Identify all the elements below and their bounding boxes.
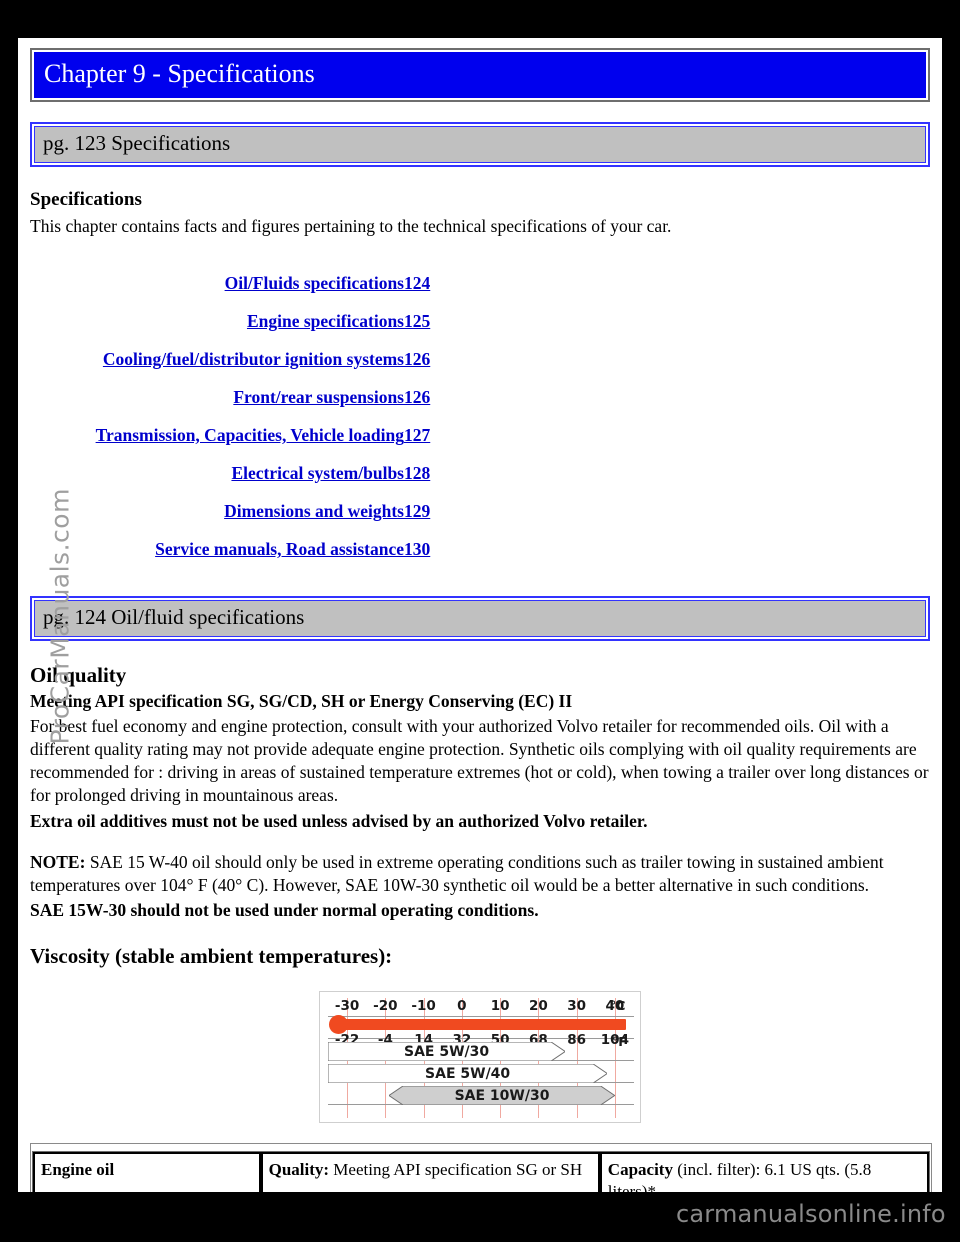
toc-page-cooling-fuel-distributor-ignition-systems[interactable]: 126 <box>404 349 430 369</box>
chapter-title-bar: Chapter 9 - Specifications <box>30 48 930 102</box>
oil-quality-paragraph: For best fuel economy and engine protect… <box>30 716 929 806</box>
oil-additives-warning: Extra oil additives must not be used unl… <box>30 810 648 831</box>
celsius-tick-label: -30 <box>334 998 360 1015</box>
chapter-title: Chapter 9 - Specifications <box>34 52 926 98</box>
toc-page-electrical-system-bulbs[interactable]: 128 <box>404 463 430 483</box>
specifications-table: Engine oil Quality: Meeting API specific… <box>32 1151 930 1192</box>
chart-rowline <box>328 1016 634 1018</box>
cell-quality: Quality: Meeting API specification SG or… <box>260 1152 600 1192</box>
cell-capacity: Capacity (incl. filter): 6.1 US qts. (5.… <box>599 1152 929 1192</box>
toc-row: Front/rear suspensions 126 <box>30 378 448 416</box>
spec-table-frame: Engine oil Quality: Meeting API specific… <box>30 1143 932 1192</box>
oil-note-bold: SAE 15W-30 should not be used under norm… <box>30 899 539 920</box>
watermark-site-name: carmanualsonline.info <box>676 1200 946 1228</box>
toc-label-cell: Cooling/fuel/distributor ignition system… <box>30 340 404 378</box>
toc-page-front-rear-suspensions[interactable]: 126 <box>404 387 430 407</box>
viscosity-heading: Viscosity (stable ambient temperatures): <box>30 943 393 968</box>
toc-page-cell: 126 <box>404 378 448 416</box>
toc-page-transmission-capacities-vehicle-loading[interactable]: 127 <box>404 425 430 445</box>
toc-page-cell: 125 <box>404 302 448 340</box>
toc-row: Service manuals, Road assistance 130 <box>30 530 448 568</box>
toc-row: Cooling/fuel/distributor ignition system… <box>30 340 448 378</box>
toc-label-cell: Electrical system/bulbs <box>30 454 404 492</box>
toc-page-engine-specifications[interactable]: 125 <box>404 311 430 331</box>
toc-page-cell: 129 <box>404 492 448 530</box>
celsius-tick-label: 20 <box>528 998 548 1015</box>
toc-page-cell: 124 <box>404 264 448 302</box>
toc-page-cell: 127 <box>404 416 448 454</box>
celsius-tick-label: 30 <box>567 998 587 1015</box>
sae-band-label: SAE 10W/30 <box>454 1087 550 1104</box>
viscosity-chart-plot: -30 -20 -10 0 10 20 30 40 °C -22 -4 14 32 50 68 86 104 °F… <box>328 998 634 1119</box>
celsius-tick-label: 0 <box>457 998 467 1015</box>
quality-value: Meeting API specification SG or SH <box>329 1160 583 1180</box>
toc-page-cell: 128 <box>404 454 448 492</box>
sae-grade-band: SAE 10W/30 <box>389 1086 615 1106</box>
toc-link-service-manuals-road-assistance[interactable]: Service manuals, Road assistance <box>155 539 404 559</box>
celsius-tick-label: -20 <box>373 998 398 1015</box>
toc-row: Transmission, Capacities, Vehicle loadin… <box>30 416 448 454</box>
toc-link-dimensions-and-weights[interactable]: Dimensions and weights <box>224 501 404 521</box>
celsius-tick-label: -10 <box>411 998 436 1015</box>
sae-band-label: SAE 5W/30 <box>404 1043 490 1060</box>
specifications-intro: This chapter contains facts and figures … <box>30 215 672 236</box>
page-content: Chapter 9 - Specifications pg. 123 Speci… <box>18 38 942 1192</box>
toc-label-cell: Front/rear suspensions <box>30 378 404 416</box>
table-row: Engine oil Quality: Meeting API specific… <box>33 1152 929 1192</box>
toc-link-front-rear-suspensions[interactable]: Front/rear suspensions <box>233 387 404 407</box>
viscosity-figure-wrapper: -30 -20 -10 0 10 20 30 40 °C -22 -4 14 32 50 68 86 104 °F… <box>30 991 930 1124</box>
toc-link-engine-specifications[interactable]: Engine specifications <box>247 311 404 331</box>
table-of-contents: Oil/Fluids specifications 124 Engine spe… <box>30 264 448 568</box>
toc-page-cell: 126 <box>404 340 448 378</box>
toc-page-service-manuals-road-assistance[interactable]: 130 <box>404 539 430 559</box>
page-section-label-123: pg. 123 Specifications <box>34 126 926 163</box>
toc-row: Engine specifications 125 <box>30 302 448 340</box>
celsius-scale: -30 -20 -10 0 10 20 30 40 °C <box>328 998 634 1014</box>
toc-row: Oil/Fluids specifications 124 <box>30 264 448 302</box>
toc-row: Dimensions and weights 129 <box>30 492 448 530</box>
quality-label: Quality: <box>268 1160 330 1180</box>
celsius-unit-label: °C <box>610 998 626 1014</box>
toc-label-cell: Dimensions and weights <box>30 492 404 530</box>
viscosity-chart: -30 -20 -10 0 10 20 30 40 °C -22 -4 14 32 50 68 86 104 °F… <box>319 991 641 1124</box>
cell-fluid-name: Engine oil <box>33 1152 261 1192</box>
thermometer-bar <box>335 1019 627 1031</box>
toc-label-cell: Engine specifications <box>30 302 404 340</box>
fahrenheit-unit-label: °F <box>612 1034 627 1050</box>
specifications-heading: Specifications <box>30 189 142 210</box>
toc-link-oil-fluids-specifications[interactable]: Oil/Fluids specifications <box>225 273 404 293</box>
sae-grade-band: SAE 5W/30 <box>328 1042 566 1062</box>
toc-page-oil-fluids-specifications[interactable]: 124 <box>404 273 430 293</box>
page-section-label-124: pg. 124 Oil/fluid specifications <box>34 599 926 637</box>
toc-page-cell: 130 <box>404 530 448 568</box>
oil-note-paragraph: NOTE: SAE 15 W-40 oil should only be use… <box>30 851 930 897</box>
page-section-bar-123: pg. 123 Specifications <box>30 122 930 167</box>
toc-link-cooling-fuel-distributor-ignition-systems[interactable]: Cooling/fuel/distributor ignition system… <box>103 349 404 369</box>
oil-quality-subheading: Meeting API specification SG, SG/CD, SH … <box>30 691 573 712</box>
celsius-tick-label: 10 <box>490 998 510 1015</box>
screenshot-root: ProCarManuals.com Chapter 9 - Specificat… <box>0 0 960 1242</box>
toc-link-transmission-capacities-vehicle-loading[interactable]: Transmission, Capacities, Vehicle loadin… <box>96 425 404 445</box>
toc-label-cell: Oil/Fluids specifications <box>30 264 404 302</box>
toc-link-electrical-system-bulbs[interactable]: Electrical system/bulbs <box>231 463 404 483</box>
toc-label-cell: Transmission, Capacities, Vehicle loadin… <box>30 416 404 454</box>
fahrenheit-tick-label: 86 <box>567 1032 587 1049</box>
page-section-bar-124: pg. 124 Oil/fluid specifications <box>30 595 930 641</box>
sae-band-label: SAE 5W/40 <box>425 1065 511 1082</box>
note-text: SAE 15 W-40 oil should only be used in e… <box>30 851 884 895</box>
toc-label-cell: Service manuals, Road assistance <box>30 530 404 568</box>
toc-page-dimensions-and-weights[interactable]: 129 <box>404 501 430 521</box>
oil-quality-heading: Oil quality <box>30 662 127 687</box>
toc-row: Electrical system/bulbs 128 <box>30 454 448 492</box>
document-page: ProCarManuals.com Chapter 9 - Specificat… <box>18 38 942 1192</box>
capacity-label: Capacity <box>607 1160 673 1180</box>
sae-grade-band: SAE 5W/40 <box>328 1064 608 1084</box>
note-label: NOTE: <box>30 851 86 872</box>
